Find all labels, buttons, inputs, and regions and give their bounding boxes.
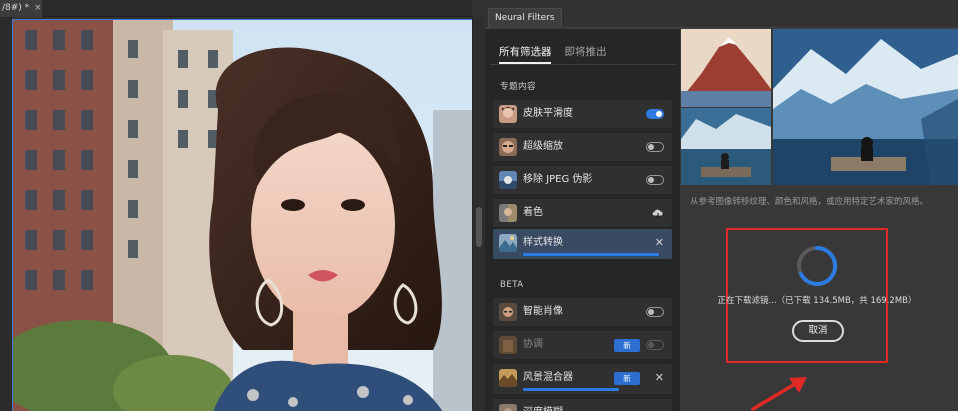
- zoom-face-thumbnail-icon: [499, 138, 517, 156]
- canvas-ruler-gutter: [0, 17, 12, 411]
- style-transfer-thumbnail-icon: [499, 234, 517, 252]
- document-tab-bar: [42, 0, 472, 17]
- document-canvas[interactable]: [12, 19, 472, 411]
- portrait-thumbnail-icon: [499, 303, 517, 321]
- filter-label: 着色: [523, 207, 543, 218]
- document-tab[interactable]: /8#) * ×: [0, 0, 42, 17]
- filter-label: 深度模糊: [523, 399, 563, 411]
- filter-label: 超级缩放: [523, 141, 563, 152]
- filter-item-skin-smoothing[interactable]: 皮肤平滑度: [493, 100, 672, 128]
- cloud-download-icon[interactable]: [651, 207, 665, 219]
- colorize-thumbnail-icon: [499, 204, 517, 222]
- style-transfer-download-progress: [523, 253, 659, 256]
- jpeg-artifacts-toggle[interactable]: [646, 175, 664, 185]
- skin-smoothing-toggle[interactable]: [646, 109, 664, 119]
- depth-blur-thumbnail-icon: [499, 404, 517, 411]
- filter-tabs: 所有筛选器 即将推出: [499, 44, 607, 59]
- tab-coming-soon[interactable]: 即将推出: [565, 44, 607, 59]
- cancel-download-button[interactable]: 取消: [792, 320, 844, 342]
- photoshop-window: /8#) * × Neural Filters 所有筛选器 即将推出 专题内容 …: [0, 0, 958, 411]
- filter-description: 从参考图像转移纹理、颜色和风格，或应用特定艺术家的风格。: [690, 197, 929, 207]
- document-tab-title: /8#) *: [2, 3, 30, 13]
- close-document-icon[interactable]: ×: [34, 3, 42, 13]
- smart-portrait-toggle[interactable]: [646, 307, 664, 317]
- download-status-text: 正在下载滤镜...（已下载 134.5MB，共 169.2MB）: [717, 296, 917, 306]
- jpeg-thumbnail-icon: [499, 171, 517, 189]
- harmonize-thumbnail-icon: [499, 336, 517, 354]
- landscape-mixer-download-progress: [523, 388, 619, 391]
- section-featured-heading: 专题内容: [500, 82, 537, 92]
- scrollbar-thumb[interactable]: [476, 207, 482, 247]
- red-arrow-annotation: [751, 377, 807, 411]
- filter-item-colorize[interactable]: 着色: [493, 199, 672, 227]
- portrait-photo: [13, 20, 472, 411]
- filter-item-super-zoom[interactable]: 超级缩放: [493, 133, 672, 161]
- harmonize-toggle[interactable]: [646, 340, 664, 350]
- filter-label: 移除 JPEG 伪影: [523, 174, 593, 185]
- filter-item-landscape-mixer[interactable]: 风景混合器 新 ✕: [493, 364, 672, 394]
- filter-item-jpeg-artifacts[interactable]: 移除 JPEG 伪影: [493, 166, 672, 194]
- filter-label: 协调: [523, 339, 543, 350]
- filter-label: 皮肤平滑度: [523, 108, 573, 119]
- close-icon[interactable]: ✕: [655, 364, 664, 392]
- filter-item-smart-portrait[interactable]: 智能肖像: [493, 298, 672, 326]
- filter-item-depth-blur[interactable]: 深度模糊: [493, 399, 672, 411]
- tab-divider: [490, 64, 675, 65]
- neural-filters-panel-tab[interactable]: Neural Filters: [488, 8, 562, 27]
- face-thumbnail-icon: [499, 105, 517, 123]
- loading-spinner-icon: [797, 245, 838, 286]
- filter-item-style-transfer[interactable]: 样式转换 ✕: [493, 229, 672, 259]
- section-beta-heading: BETA: [500, 280, 524, 290]
- new-badge: 新: [614, 372, 640, 385]
- landscape-thumbnail-icon: [499, 369, 517, 387]
- filter-item-harmonize[interactable]: 协调 新: [493, 331, 672, 359]
- new-badge: 新: [614, 339, 640, 352]
- super-zoom-toggle[interactable]: [646, 142, 664, 152]
- style-preview-thumbnails: [681, 29, 958, 185]
- canvas-vertical-scrollbar[interactable]: [472, 17, 485, 411]
- filter-label: 智能肖像: [523, 306, 563, 317]
- tab-all-filters[interactable]: 所有筛选器: [499, 44, 552, 59]
